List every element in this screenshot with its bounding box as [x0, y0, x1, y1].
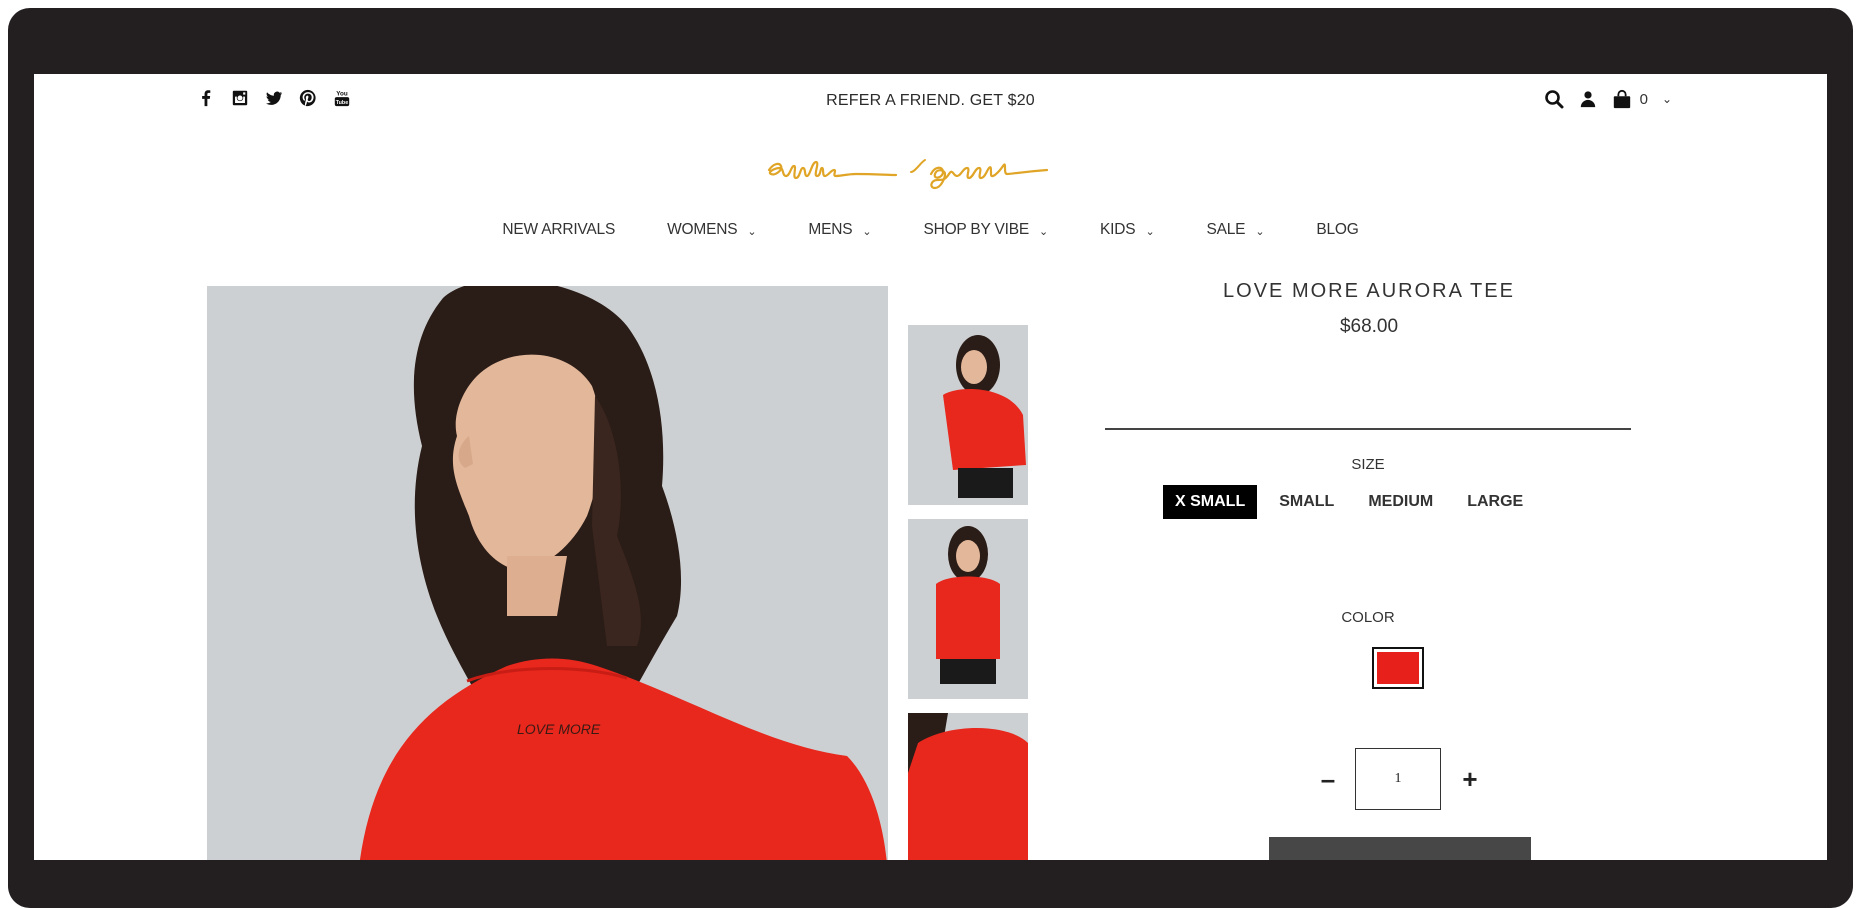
chevron-down-icon: ⌄ [747, 225, 757, 238]
nav-item-womens[interactable]: WOMENS ⌄ [667, 221, 757, 239]
nav-label: SHOP BY VIBE [923, 221, 1030, 238]
chevron-down-icon: ⌄ [1039, 225, 1049, 238]
quantity-decrease-button[interactable]: – [1316, 764, 1340, 794]
add-to-cart-button[interactable]: Add to Cart [1269, 837, 1531, 860]
nav-label: MENS [808, 221, 853, 238]
color-swatch-red[interactable] [1372, 647, 1424, 689]
cart-dropdown-chevron-icon[interactable]: ⌄ [1662, 92, 1672, 106]
color-swatch-fill [1377, 652, 1419, 684]
main-nav: NEW ARRIVALS WOMENS ⌄ MENS ⌄ SHOP BY VIBE ⌄… [34, 221, 1827, 239]
product-thumbnail[interactable] [908, 325, 1028, 505]
nav-label: BLOG [1316, 221, 1359, 238]
product-thumbnail[interactable] [908, 713, 1028, 860]
header-actions: 0 ⌄ [1544, 88, 1672, 110]
nav-label: SALE [1206, 221, 1246, 238]
cart-icon[interactable] [1612, 88, 1632, 110]
nav-item-sale[interactable]: SALE ⌄ [1206, 221, 1264, 239]
browser-screen: You Tube REFER A FRIEND. GET $20 0 ⌄ NEW … [34, 74, 1827, 860]
shirt-print-text: LOVE MORE [517, 721, 601, 737]
nav-item-new-arrivals[interactable]: NEW ARRIVALS [502, 221, 615, 239]
size-selector: X SMALL SMALL MEDIUM LARGE [1163, 485, 1535, 519]
search-icon[interactable] [1544, 88, 1564, 110]
cart-count[interactable]: 0 [1640, 91, 1648, 108]
quantity-input[interactable]: 1 [1355, 748, 1441, 810]
quantity-increase-button[interactable]: + [1458, 764, 1482, 794]
nav-item-blog[interactable]: BLOG [1316, 221, 1358, 239]
size-option-medium[interactable]: MEDIUM [1356, 485, 1445, 519]
size-label: SIZE [1351, 456, 1385, 473]
account-icon[interactable] [1578, 88, 1598, 110]
nav-label: KIDS [1100, 221, 1136, 238]
product-title: LOVE MORE AURORA TEE [1223, 280, 1515, 302]
chevron-down-icon: ⌄ [1255, 225, 1265, 238]
color-label: COLOR [1341, 609, 1395, 626]
nav-item-mens[interactable]: MENS ⌄ [808, 221, 871, 239]
nav-item-kids[interactable]: KIDS ⌄ [1100, 221, 1155, 239]
size-option-small[interactable]: SMALL [1267, 485, 1346, 519]
nav-label: WOMENS [667, 221, 738, 238]
product-thumbnail[interactable] [908, 519, 1028, 699]
quantity-value: 1 [1394, 771, 1402, 786]
product-price: $68.00 [1339, 316, 1399, 337]
nav-label: NEW ARRIVALS [502, 221, 616, 238]
size-option-large[interactable]: LARGE [1455, 485, 1535, 519]
product-main-image[interactable]: LOVE MORE [207, 286, 888, 860]
divider [1105, 428, 1631, 430]
brand-logo[interactable] [751, 136, 1111, 196]
chevron-down-icon: ⌄ [1145, 225, 1155, 238]
chevron-down-icon: ⌄ [862, 225, 872, 238]
size-option-x-small[interactable]: X SMALL [1163, 485, 1258, 519]
nav-item-shop-by-vibe[interactable]: SHOP BY VIBE ⌄ [923, 221, 1048, 239]
